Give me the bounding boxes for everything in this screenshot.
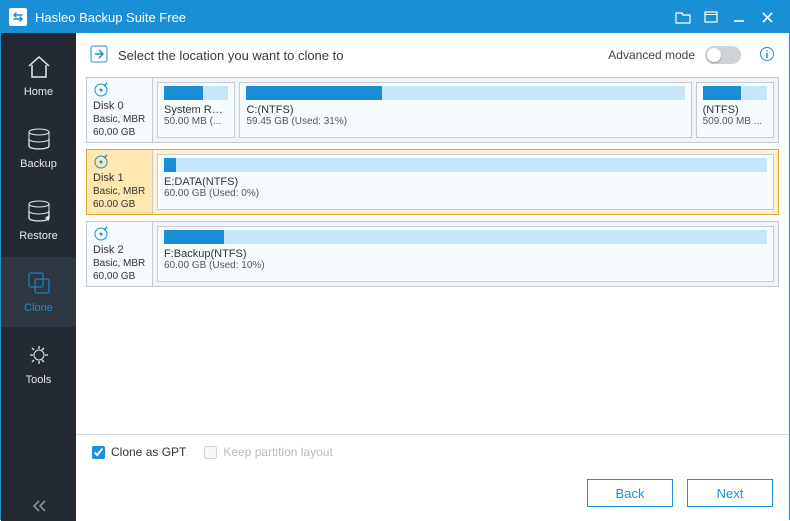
partitions: E:DATA(NTFS)60.00 GB (Used: 0%)	[153, 150, 778, 214]
partition-size: 509.00 MB ...	[703, 116, 767, 127]
sidebar-label: Home	[24, 86, 53, 98]
options-bar: Clone as GPT Keep partition layout	[76, 434, 789, 469]
sidebar-item-home[interactable]: Home	[1, 41, 76, 111]
main-panel: Select the location you want to clone to…	[76, 33, 789, 521]
usage-bar	[246, 86, 684, 100]
instruction-bar: Select the location you want to clone to…	[76, 33, 789, 77]
usage-bar	[164, 86, 228, 100]
sidebar-collapse-icon[interactable]	[1, 499, 76, 513]
disk-row[interactable]: Disk 2 Basic, MBR 60.00 GB F:Backup(NTFS)60…	[86, 221, 779, 287]
checkbox-label: Clone as GPT	[111, 445, 186, 459]
partition-size: 60.00 GB (Used: 0%)	[164, 188, 767, 199]
partition[interactable]: E:DATA(NTFS)60.00 GB (Used: 0%)	[157, 154, 774, 210]
partition-label: E:DATA(NTFS)	[164, 176, 767, 188]
partition-label: (NTFS)	[703, 104, 767, 116]
footer: Back Next	[76, 469, 789, 521]
keep-partition-layout-checkbox: Keep partition layout	[204, 445, 332, 459]
partition[interactable]: C:(NTFS)59.45 GB (Used: 31%)	[239, 82, 691, 138]
disk-capacity: 60.00 GB	[93, 271, 146, 282]
disk-scheme: Basic, MBR	[93, 114, 146, 125]
usage-bar	[164, 230, 767, 244]
disk-list: Disk 0 Basic, MBR 60.00 GB System Reser50.0…	[76, 77, 789, 434]
sidebar-label: Tools	[26, 374, 52, 386]
disk-header: Disk 0 Basic, MBR 60.00 GB	[87, 78, 153, 142]
partition-size: 60.00 GB (Used: 10%)	[164, 260, 767, 271]
disk-scheme: Basic, MBR	[93, 186, 146, 197]
sidebar-label: Backup	[20, 158, 57, 170]
advanced-mode-label: Advanced mode	[608, 48, 695, 62]
usage-bar	[703, 86, 767, 100]
disk-name: Disk 1	[93, 172, 146, 184]
sidebar-label: Clone	[24, 302, 53, 314]
disk-capacity: 60.00 GB	[93, 127, 146, 138]
disk-header: Disk 2 Basic, MBR 60.00 GB	[87, 222, 153, 286]
sidebar: Home Backup Restore Clone Tools	[1, 33, 76, 521]
partitions: System Reser50.00 MB (...C:(NTFS)59.45 G…	[153, 78, 778, 142]
partition-label: C:(NTFS)	[246, 104, 684, 116]
partition-size: 50.00 MB (...	[164, 116, 228, 127]
close-button[interactable]	[753, 5, 781, 29]
partition-label: System Reser	[164, 104, 228, 116]
disk-row[interactable]: Disk 0 Basic, MBR 60.00 GB System Reser50.0…	[86, 77, 779, 143]
sidebar-item-restore[interactable]: Restore	[1, 185, 76, 255]
disk-name: Disk 2	[93, 244, 146, 256]
advanced-mode-toggle[interactable]	[705, 46, 741, 64]
partition-label: F:Backup(NTFS)	[164, 248, 767, 260]
usage-bar	[164, 158, 767, 172]
checkbox-label: Keep partition layout	[223, 445, 332, 459]
instruction-text: Select the location you want to clone to	[118, 48, 343, 63]
app-icon: ⇆	[9, 8, 27, 26]
clone-as-gpt-checkbox[interactable]: Clone as GPT	[92, 445, 186, 459]
sidebar-item-backup[interactable]: Backup	[1, 113, 76, 183]
disk-row[interactable]: Disk 1 Basic, MBR 60.00 GB E:DATA(NTFS)60.0…	[86, 149, 779, 215]
disk-capacity: 60.00 GB	[93, 199, 146, 210]
back-button[interactable]: Back	[587, 479, 673, 507]
partition-size: 59.45 GB (Used: 31%)	[246, 116, 684, 127]
proceed-arrow-icon	[90, 45, 108, 66]
partitions: F:Backup(NTFS)60.00 GB (Used: 10%)	[153, 222, 778, 286]
minimize-button[interactable]	[725, 5, 753, 29]
partition[interactable]: System Reser50.00 MB (...	[157, 82, 235, 138]
app-title: Hasleo Backup Suite Free	[35, 10, 186, 25]
titlebar: ⇆ Hasleo Backup Suite Free	[1, 1, 789, 33]
titlebar-window-icon[interactable]	[697, 5, 725, 29]
titlebar-open-icon[interactable]	[669, 5, 697, 29]
disk-scheme: Basic, MBR	[93, 258, 146, 269]
partition[interactable]: F:Backup(NTFS)60.00 GB (Used: 10%)	[157, 226, 774, 282]
disk-header: Disk 1 Basic, MBR 60.00 GB	[87, 150, 153, 214]
sidebar-item-tools[interactable]: Tools	[1, 329, 76, 399]
sidebar-item-clone[interactable]: Clone	[1, 257, 76, 327]
disk-name: Disk 0	[93, 100, 146, 112]
partition[interactable]: (NTFS)509.00 MB ...	[696, 82, 774, 138]
sidebar-label: Restore	[19, 230, 58, 242]
next-button[interactable]: Next	[687, 479, 773, 507]
info-icon[interactable]	[759, 46, 775, 65]
